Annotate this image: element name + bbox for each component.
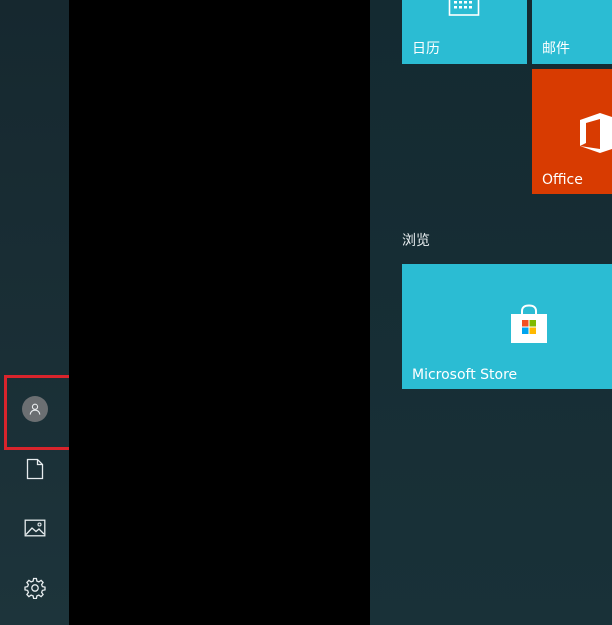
start-menu: 日历 邮件 Office 浏览 Microsoft Store	[0, 0, 612, 625]
mail-tile-label: 邮件	[542, 41, 570, 57]
group-header-browse: 浏览	[402, 233, 430, 249]
picture-icon	[24, 519, 45, 537]
office-tile-label: Office	[542, 172, 583, 188]
office-tile[interactable]: Office	[532, 69, 612, 194]
store-bag-icon	[511, 304, 547, 343]
person-icon	[29, 403, 40, 415]
calendar-tile-label: 日历	[412, 41, 440, 57]
microsoft-store-tile[interactable]: Microsoft Store	[402, 264, 612, 389]
avatar	[21, 396, 48, 422]
document-icon	[26, 458, 43, 480]
settings-button[interactable]	[0, 560, 69, 616]
microsoft-store-tile-label: Microsoft Store	[412, 367, 518, 383]
app-list	[69, 0, 370, 625]
calendar-icon	[448, 0, 480, 16]
pictures-button[interactable]	[0, 500, 69, 556]
start-rail	[0, 0, 96, 625]
office-icon	[580, 113, 612, 153]
documents-button[interactable]	[0, 441, 69, 497]
mail-tile[interactable]: 邮件	[532, 0, 612, 64]
gear-icon	[23, 577, 46, 599]
calendar-tile[interactable]: 日历	[402, 0, 527, 64]
user-account-button[interactable]	[0, 381, 69, 437]
